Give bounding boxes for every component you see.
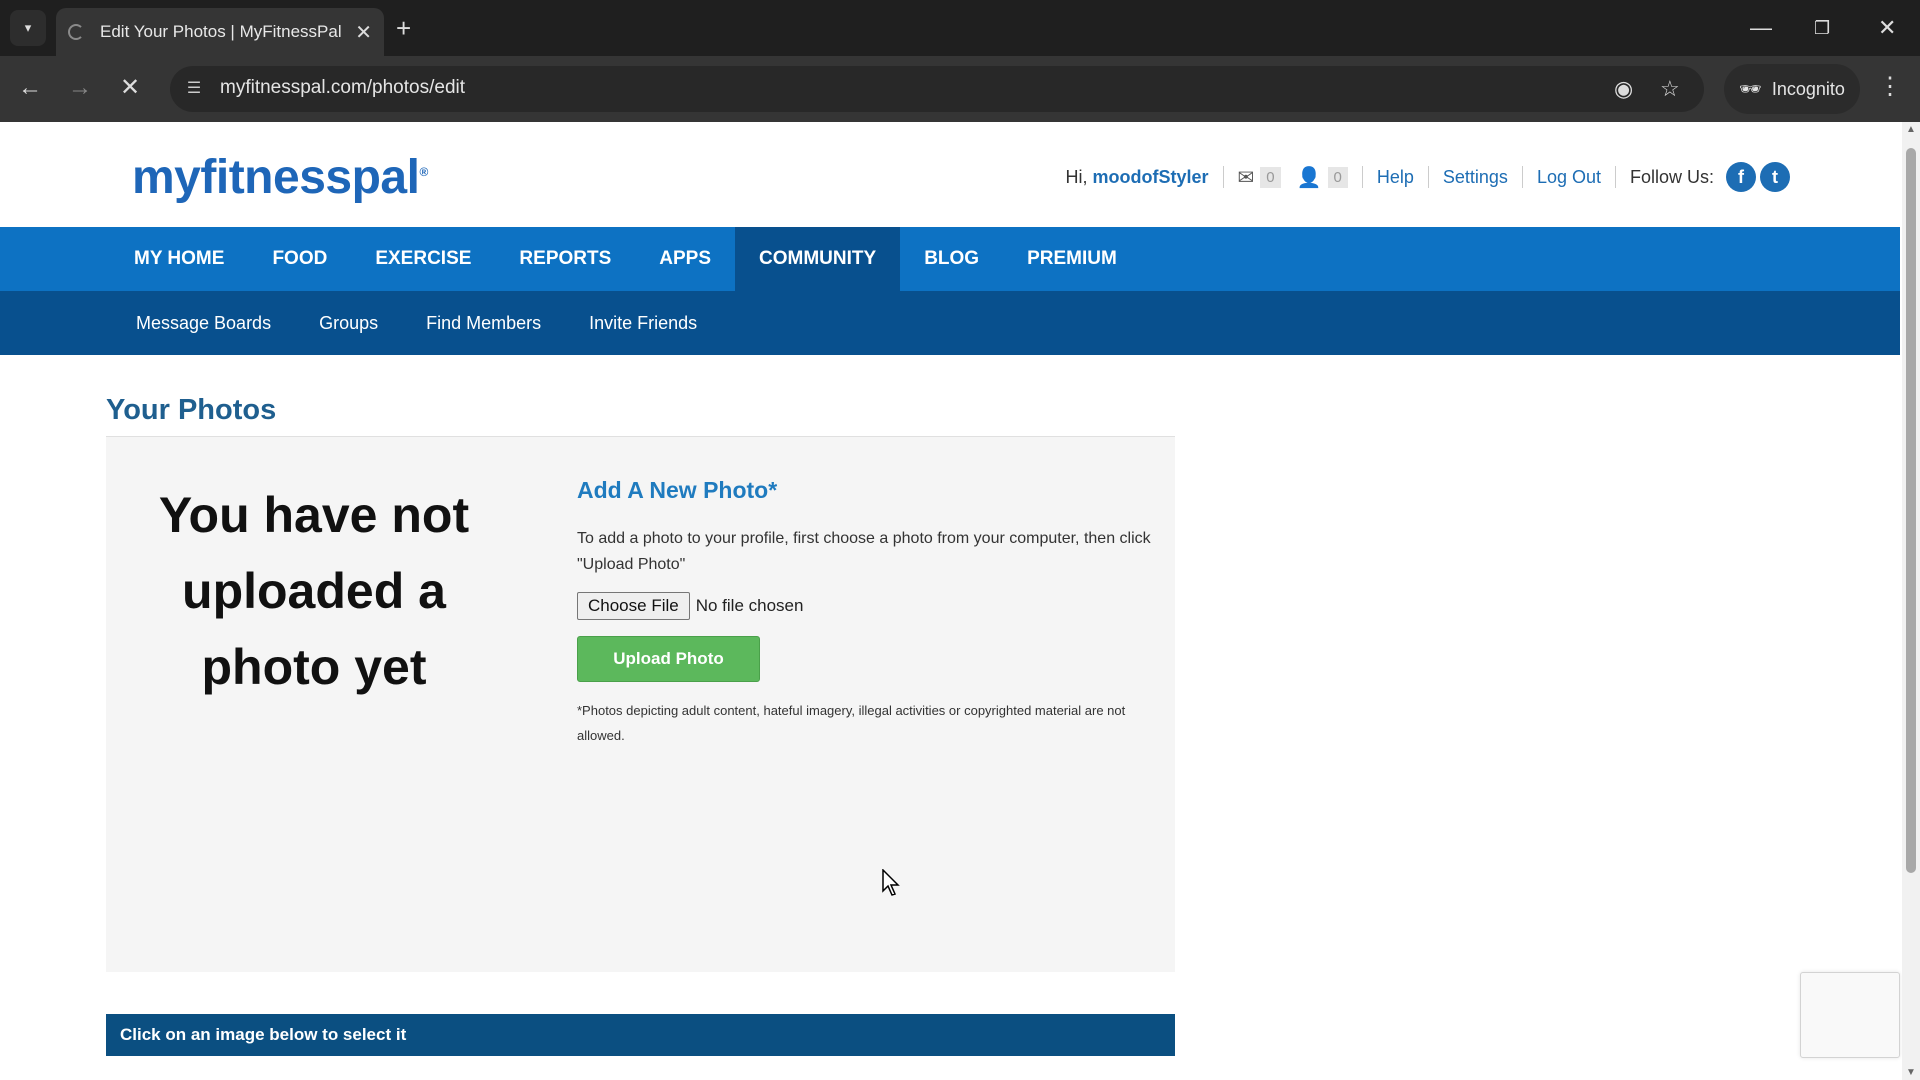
subnav-item-find-members[interactable]: Find Members — [402, 291, 565, 355]
subnav-item-invite-friends[interactable]: Invite Friends — [565, 291, 721, 355]
close-tab-icon[interactable]: ✕ — [355, 20, 372, 45]
scroll-up-icon[interactable]: ▲ — [1906, 124, 1916, 135]
facebook-icon[interactable]: f — [1726, 162, 1756, 192]
scroll-down-icon[interactable]: ▼ — [1906, 1067, 1916, 1078]
incognito-indicator[interactable]: 🕶 Incognito — [1724, 64, 1860, 114]
upload-photo-button[interactable]: Upload Photo — [577, 636, 760, 682]
tab-list-button[interactable]: ▾ — [10, 10, 46, 46]
add-photo-description: To add a photo to your profile, first ch… — [577, 530, 1151, 573]
browser-tab[interactable]: Edit Your Photos | MyFitnessPal ✕ — [56, 8, 384, 56]
follow-us-label: Follow Us: — [1629, 166, 1714, 187]
friends-count: 0 — [1327, 166, 1348, 188]
recaptcha-badge[interactable] — [1800, 972, 1900, 1058]
twitter-icon[interactable]: t — [1760, 162, 1790, 192]
page-viewport: myfitnesspal® Hi, moodofStyler ✉ 0 👤 0 H… — [0, 122, 1920, 1080]
messages-count: 0 — [1260, 166, 1281, 188]
sub-navigation: Message Boards Groups Find Members Invite F… — [0, 291, 1900, 355]
forward-icon[interactable]: → — [68, 73, 92, 103]
photo-disclaimer: *Photos depicting adult content, hateful… — [577, 703, 1126, 743]
nav-item-my-home[interactable]: MY HOME — [110, 227, 248, 291]
settings-link[interactable]: Settings — [1443, 167, 1508, 188]
restore-icon[interactable]: ❐ — [1814, 12, 1830, 44]
close-window-icon[interactable]: ✕ — [1878, 12, 1896, 44]
back-icon[interactable]: ← — [18, 73, 42, 103]
no-photo-message: You have not uploaded a photo yet — [158, 487, 470, 695]
site-info-icon[interactable]: ☰ — [182, 77, 206, 101]
eye-off-icon[interactable]: ◉ — [1614, 76, 1633, 102]
add-photo-title: Add A New Photo* — [577, 477, 778, 503]
logout-link[interactable]: Log Out — [1537, 167, 1601, 188]
nav-item-apps[interactable]: APPS — [635, 227, 735, 291]
user-bar: Hi, moodofStyler ✉ 0 👤 0 Help Settings L… — [1065, 162, 1790, 192]
person-icon[interactable]: 👤 — [1297, 165, 1322, 190]
nav-item-premium[interactable]: PREMIUM — [1003, 227, 1141, 291]
page-scrollbar[interactable]: ▲ ▼ — [1902, 122, 1920, 1080]
nav-item-food[interactable]: FOOD — [248, 227, 351, 291]
add-photo-section: Add A New Photo* To add a photo to your … — [577, 477, 1157, 748]
address-bar[interactable]: ☰ myfitnesspal.com/photos/edit ◉ ☆ — [170, 66, 1704, 112]
registered-mark: ® — [419, 165, 428, 179]
browser-menu-icon[interactable]: ⋮ — [1878, 72, 1902, 101]
loading-spinner-icon — [68, 24, 84, 40]
tab-title: Edit Your Photos | MyFitnessPal — [100, 22, 342, 41]
file-status: No file chosen — [695, 596, 804, 615]
subnav-item-message-boards[interactable]: Message Boards — [112, 291, 295, 355]
url-text[interactable]: myfitnesspal.com/photos/edit — [220, 77, 465, 99]
browser-toolbar: ← → ✕ ☰ myfitnesspal.com/photos/edit ◉ ☆… — [0, 56, 1920, 122]
incognito-label: Incognito — [1771, 78, 1845, 99]
browser-tab-bar: ▾ Edit Your Photos | MyFitnessPal ✕ + — … — [0, 0, 1920, 56]
file-input-row: Choose File No file chosen — [577, 592, 1157, 620]
stop-loading-icon[interactable]: ✕ — [120, 73, 140, 103]
site-header: myfitnesspal® Hi, moodofStyler ✉ 0 👤 0 H… — [0, 122, 1900, 227]
help-link[interactable]: Help — [1377, 167, 1414, 188]
main-navigation: MY HOME FOOD EXERCISE REPORTS APPS COMMUNITY B… — [0, 227, 1900, 291]
new-tab-button[interactable]: + — [396, 12, 411, 44]
username-link[interactable]: moodofStyler — [1092, 167, 1208, 187]
chevron-down-icon: ▾ — [24, 20, 32, 35]
subnav-item-groups[interactable]: Groups — [295, 291, 402, 355]
nav-item-community[interactable]: COMMUNITY — [735, 227, 901, 291]
envelope-icon[interactable]: ✉ — [1238, 165, 1255, 190]
photo-panel: You have not uploaded a photo yet Add A … — [106, 436, 1175, 972]
select-image-bar: Click on an image below to select it — [106, 1014, 1175, 1056]
nav-item-exercise[interactable]: EXERCISE — [351, 227, 495, 291]
page-title: Your Photos — [106, 394, 277, 426]
site-logo[interactable]: myfitnesspal® — [132, 150, 428, 205]
nav-item-reports[interactable]: REPORTS — [495, 227, 635, 291]
bookmark-star-icon[interactable]: ☆ — [1660, 76, 1680, 102]
minimize-icon[interactable]: — — [1750, 12, 1772, 44]
nav-item-blog[interactable]: BLOG — [900, 227, 1003, 291]
choose-file-button[interactable]: Choose File — [577, 592, 690, 620]
incognito-icon: 🕶 — [1739, 78, 1762, 99]
scrollbar-thumb[interactable] — [1906, 148, 1916, 873]
greeting: Hi, moodofStyler — [1065, 166, 1209, 187]
